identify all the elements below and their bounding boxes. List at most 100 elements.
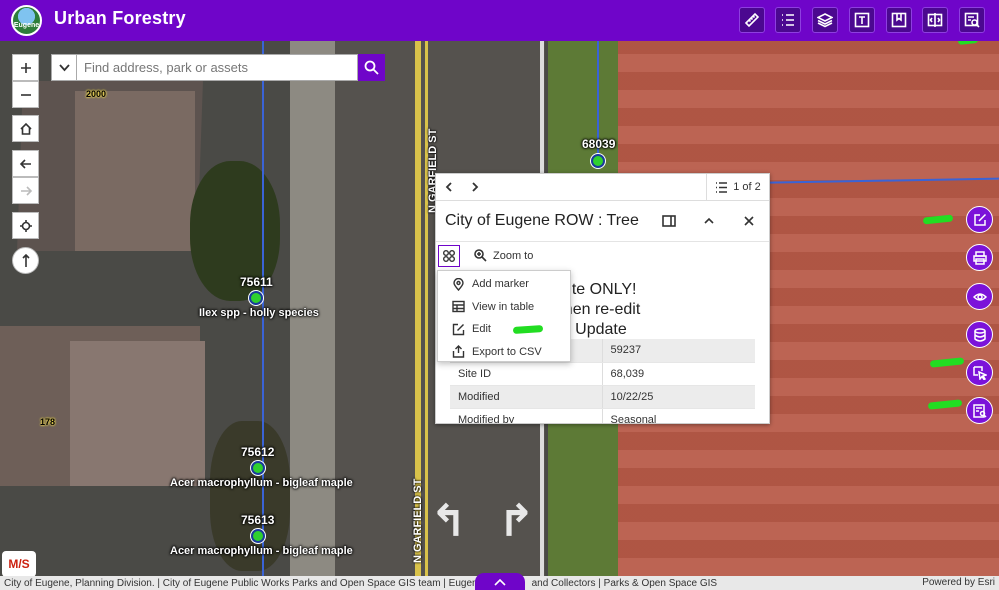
field-value: 68,039 (602, 362, 755, 386)
edit-widget-button[interactable] (966, 206, 993, 233)
logo-text: Eugene (13, 22, 40, 29)
attribution-text-tail: and Collectors | Parks & Open Space GIS (531, 577, 718, 589)
field-value: 10/22/25 (602, 385, 755, 409)
next-extent-button[interactable] (12, 177, 39, 204)
tree-id-label: 68039 (582, 137, 616, 151)
dock-button[interactable] (660, 212, 678, 230)
compass-needle-icon (21, 253, 30, 267)
tree-point[interactable] (251, 529, 265, 543)
compass-button[interactable] (12, 247, 39, 274)
query-widget-button[interactable] (966, 397, 993, 424)
search-source-dropdown[interactable] (51, 54, 77, 81)
popup-header: City of Eugene ROW : Tree (436, 201, 769, 242)
field-value: 59237 (602, 339, 755, 363)
ms-logo-badge[interactable]: M/S (2, 551, 36, 577)
road-arrow-marking: ↱ (498, 497, 535, 546)
search-button[interactable] (358, 54, 385, 81)
menu-item-label: Export to CSV (472, 345, 542, 358)
expand-panel-button[interactable] (475, 573, 525, 590)
zoom-to-button[interactable]: Zoom to (474, 249, 533, 262)
actions-menu: Add marker View in table Edit Export to … (437, 270, 571, 362)
close-icon (744, 216, 754, 226)
edit-icon (452, 323, 465, 335)
table-row: Modified 10/22/25 (450, 385, 755, 409)
table-row: Site ID 68,039 (450, 362, 755, 386)
field-name: Modified (450, 385, 603, 409)
text-icon (854, 12, 870, 28)
menu-item-export-csv[interactable]: Export to CSV (438, 341, 570, 364)
menu-item-label: View in table (472, 300, 535, 313)
building-roof (70, 341, 205, 486)
export-icon (452, 345, 465, 358)
more-actions-button[interactable] (438, 245, 460, 267)
table-row: Modified by Seasonal (450, 408, 755, 423)
powered-by-esri[interactable]: Powered by Esri (922, 577, 995, 588)
menu-item-view-in-table[interactable]: View in table (438, 296, 570, 319)
street-label: N GARFIELD ST (412, 478, 424, 563)
close-button[interactable] (740, 212, 758, 230)
field-name: Site ID (450, 362, 603, 386)
tree-species-label: Acer macrophyllum - bigleaf maple (170, 477, 353, 489)
tree-point[interactable] (591, 154, 605, 168)
zoom-in-button[interactable] (12, 54, 39, 81)
tree-point[interactable] (249, 291, 263, 305)
search-input[interactable] (77, 54, 358, 81)
plus-icon (20, 62, 31, 73)
minus-icon (20, 93, 31, 96)
print-icon (972, 250, 987, 265)
previous-feature-button[interactable] (436, 174, 462, 200)
legend-button[interactable] (775, 7, 801, 33)
legend-icon (782, 14, 794, 26)
locate-button[interactable] (12, 212, 39, 239)
query-button[interactable] (959, 7, 985, 33)
pin-icon (453, 277, 464, 291)
text-button[interactable] (849, 7, 875, 33)
pager-text: 1 of 2 (733, 181, 761, 193)
home-icon (19, 122, 32, 135)
tree-id-label: 75612 (241, 445, 275, 459)
data-button[interactable] (966, 321, 993, 348)
print-button[interactable] (966, 244, 993, 271)
feature-pager[interactable]: 1 of 2 (706, 174, 769, 200)
crosshair-icon (19, 219, 32, 232)
grid-icon (443, 250, 455, 262)
chevron-right-icon (472, 182, 479, 192)
app-title: Urban Forestry (54, 8, 186, 28)
query-icon (964, 12, 980, 28)
layer-visibility-button[interactable] (966, 283, 993, 310)
measure-icon (744, 12, 760, 28)
road-centerline (425, 41, 428, 576)
measure-button[interactable] (739, 7, 765, 33)
previous-extent-button[interactable] (12, 150, 39, 177)
address-label: 2000 (86, 89, 107, 99)
tree-species-label: Ilex spp - holly species (199, 307, 319, 319)
swipe-button[interactable] (922, 7, 948, 33)
zoom-to-label: Zoom to (493, 249, 534, 262)
building-roof (75, 91, 195, 251)
collapse-button[interactable] (700, 212, 718, 230)
tree-point[interactable] (251, 461, 265, 475)
home-button[interactable] (12, 115, 39, 142)
popup-actions: Zoom to (436, 242, 769, 270)
dock-icon (662, 215, 676, 227)
query-list-icon (972, 403, 987, 418)
menu-item-label: Edit (472, 323, 491, 336)
menu-item-edit[interactable]: Edit (438, 318, 570, 341)
layers-icon (817, 13, 833, 28)
bookmark-icon (891, 12, 907, 28)
chevron-up-icon (704, 217, 714, 224)
menu-item-add-marker[interactable]: Add marker (438, 273, 570, 296)
zoom-in-magnifier-icon (474, 249, 487, 262)
bookmark-button[interactable] (886, 7, 912, 33)
edit-icon (973, 213, 986, 226)
select-button[interactable] (966, 359, 993, 386)
attribution-bar[interactable]: City of Eugene, Planning Division. | Cit… (0, 573, 999, 590)
table-icon (452, 301, 465, 313)
tree-id-label: 75611 (240, 275, 273, 289)
zoom-out-button[interactable] (12, 81, 39, 108)
database-icon (973, 327, 986, 342)
next-feature-button[interactable] (462, 174, 488, 200)
layers-button[interactable] (812, 7, 838, 33)
field-name: Modified by (450, 408, 603, 423)
eye-icon (972, 292, 987, 301)
